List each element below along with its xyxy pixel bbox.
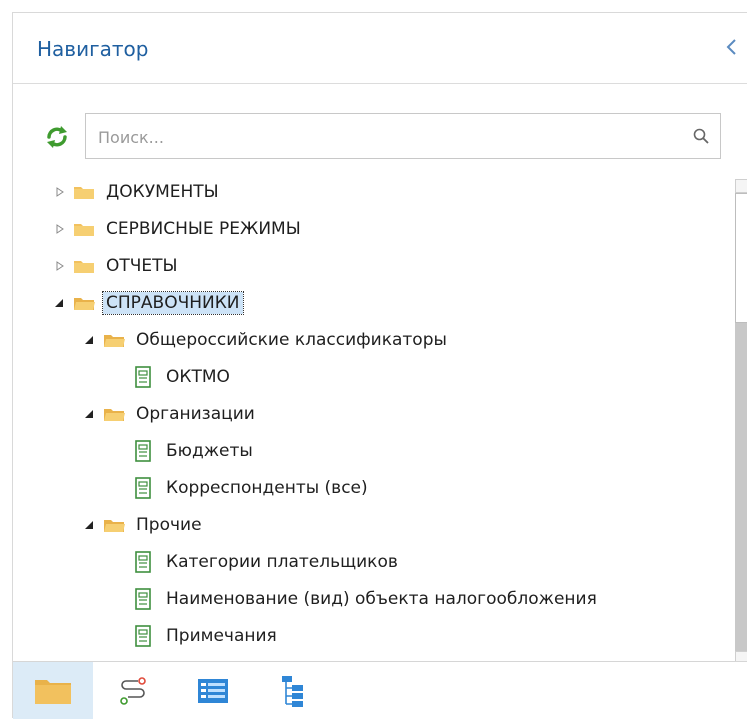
search-box: [85, 113, 721, 159]
search-icon[interactable]: [692, 127, 710, 145]
scrollbar-thumb[interactable]: [735, 193, 747, 323]
folder-icon: [74, 224, 94, 236]
tree-node-organizations[interactable]: Организации: [83, 399, 258, 429]
navigator-header: Навигатор: [13, 13, 747, 84]
tree-node-all-russian-classifiers[interactable]: Общероссийские классификаторы: [83, 325, 450, 355]
tree-scrollbar[interactable]: [735, 179, 747, 665]
collapse-arrow-icon[interactable]: [83, 333, 97, 347]
tree-item-budgets[interactable]: Бюджеты: [133, 436, 256, 466]
collapse-chevron-left-icon[interactable]: [722, 35, 742, 59]
directory-item-icon: [135, 366, 151, 388]
directory-item-icon: [135, 477, 151, 499]
tree-node-label: Прочие: [136, 515, 202, 535]
tree-node-label: ОКТМО: [166, 367, 230, 387]
route-icon: [120, 676, 146, 705]
tree-item-oktmo[interactable]: ОКТМО: [133, 362, 233, 392]
hierarchy-tab[interactable]: [253, 662, 333, 719]
tree-node-other[interactable]: Прочие: [83, 510, 205, 540]
directory-item-icon: [135, 440, 151, 462]
routes-tab[interactable]: [93, 662, 173, 719]
expand-arrow-icon[interactable]: [53, 222, 67, 236]
folders-tab[interactable]: [13, 662, 93, 719]
tree-node-service-modes[interactable]: СЕРВИСНЫЕ РЕЖИМЫ: [53, 214, 304, 244]
tree-node-label: ДОКУМЕНТЫ: [106, 182, 219, 202]
hierarchy-icon: [282, 675, 303, 707]
collapse-arrow-icon[interactable]: [83, 518, 97, 532]
tree-node-label: Примечания: [166, 626, 277, 646]
expand-arrow-icon[interactable]: [53, 259, 67, 273]
folder-icon: [35, 679, 71, 704]
expand-arrow-icon[interactable]: [53, 185, 67, 199]
search-input[interactable]: [96, 124, 680, 150]
tree-node-label: Организации: [136, 404, 255, 424]
tree-node-label: Корреспонденты (все): [166, 478, 368, 498]
navigation-tree: ДОКУМЕНТЫ СЕРВИСНЫЕ РЕЖИМЫ ОТЧЕТЫ СПРАВО…: [13, 175, 733, 661]
bottom-toolbar: [13, 661, 747, 719]
folder-icon: [74, 187, 94, 199]
tree-node-documents[interactable]: ДОКУМЕНТЫ: [53, 177, 222, 207]
panel-title: Навигатор: [37, 37, 149, 61]
refresh-icon[interactable]: [45, 125, 69, 149]
tree-item-notes[interactable]: Примечания: [133, 621, 280, 651]
tree-node-directories[interactable]: СПРАВОЧНИКИ: [53, 288, 244, 318]
folder-open-icon: [104, 409, 125, 421]
tree-node-reports[interactable]: ОТЧЕТЫ: [53, 251, 181, 281]
tree-item-taxation-object-name[interactable]: Наименование (вид) объекта налогообложен…: [133, 584, 600, 614]
tree-node-label: Наименование (вид) объекта налогообложен…: [166, 589, 597, 609]
list-tab[interactable]: [173, 662, 253, 719]
tree-node-label: Категории плательщиков: [166, 552, 398, 572]
tree-item-payer-categories[interactable]: Категории плательщиков: [133, 547, 401, 577]
collapse-arrow-icon[interactable]: [83, 407, 97, 421]
tree-node-label: ОТЧЕТЫ: [106, 256, 178, 276]
directory-item-icon: [135, 625, 151, 647]
scrollbar-track[interactable]: [735, 323, 747, 651]
directory-item-icon: [135, 588, 151, 610]
collapse-arrow-icon[interactable]: [53, 296, 67, 310]
folder-icon: [74, 261, 94, 273]
tree-node-label: Общероссийские классификаторы: [136, 330, 447, 350]
folder-open-icon: [74, 298, 95, 310]
search-row: [13, 113, 747, 163]
directory-item-icon: [135, 551, 151, 573]
tree-item-correspondents[interactable]: Корреспонденты (все): [133, 473, 371, 503]
navigator-panel: Навигатор ДОКУМЕНТЫ СЕРВИ: [12, 12, 747, 719]
tree-node-label: СПРАВОЧНИКИ: [102, 291, 244, 315]
folder-open-icon: [104, 335, 125, 347]
tree-node-label: Бюджеты: [166, 441, 253, 461]
folder-open-icon: [104, 520, 125, 532]
tree-node-label: СЕРВИСНЫЕ РЕЖИМЫ: [106, 219, 301, 239]
list-icon: [198, 678, 228, 703]
scroll-up-button[interactable]: [735, 179, 747, 193]
